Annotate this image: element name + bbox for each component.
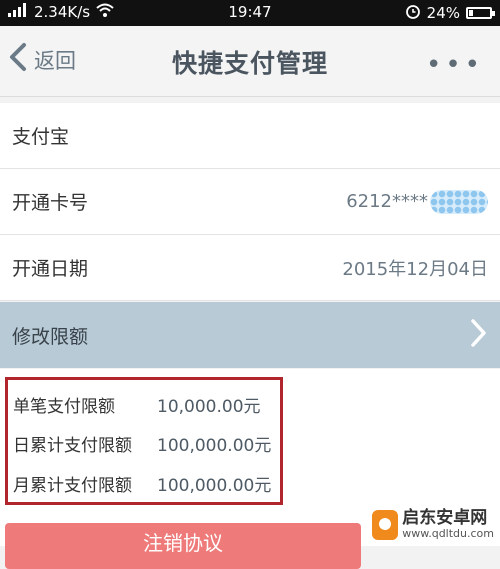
battery-percent: 24%: [426, 4, 460, 22]
open-date-label: 开通日期: [12, 258, 89, 280]
modify-limit-row[interactable]: 修改限额: [0, 302, 500, 368]
more-menu-button[interactable]: •••: [426, 50, 484, 80]
modify-limit-label: 修改限额: [12, 325, 89, 348]
chevron-right-icon: [470, 318, 488, 352]
watermark-logo-icon: [372, 509, 399, 540]
daily-limit-row: 日累计支付限额 100,000.00元: [13, 431, 271, 456]
masked-digits: [430, 189, 488, 214]
single-limit-row: 单笔支付限额 10,000.00元: [13, 392, 261, 417]
monthly-limit-value: 100,000.00元: [157, 476, 272, 496]
single-limit-label: 单笔支付限额: [13, 397, 115, 417]
cancel-agreement-button[interactable]: 注销协议: [5, 523, 361, 569]
card-number-value: 6212****: [346, 189, 488, 214]
card-number-label: 开通卡号: [12, 192, 89, 214]
open-date-value: 2015年12月04日: [342, 258, 488, 280]
card-number-row: 开通卡号 6212****: [0, 169, 500, 235]
provider-name: 支付宝: [12, 126, 70, 148]
single-limit-value: 10,000.00元: [157, 397, 261, 417]
site-watermark: 启东安卓网 www.qdltdu.com: [372, 509, 494, 540]
limits-highlight-box: 单笔支付限额 10,000.00元 日累计支付限额 100,000.00元 月累…: [5, 377, 283, 505]
navbar: 返回 快捷支付管理 •••: [0, 26, 500, 97]
provider-row: 支付宝: [0, 103, 500, 169]
card-number-text: 6212****: [346, 191, 428, 212]
watermark-url: www.qdltdu.com: [402, 526, 494, 540]
monthly-limit-row: 月累计支付限额 100,000.00元: [13, 471, 271, 496]
daily-limit-value: 100,000.00元: [157, 436, 272, 456]
status-bar: 2.34K/s 19:47 24%: [0, 0, 500, 26]
open-date-row: 开通日期 2015年12月04日: [0, 235, 500, 301]
battery-icon: [466, 7, 495, 19]
watermark-name: 启东安卓网: [402, 508, 488, 529]
monthly-limit-label: 月累计支付限额: [13, 476, 132, 496]
daily-limit-label: 日累计支付限额: [13, 436, 132, 456]
alarm-icon: [405, 3, 421, 23]
